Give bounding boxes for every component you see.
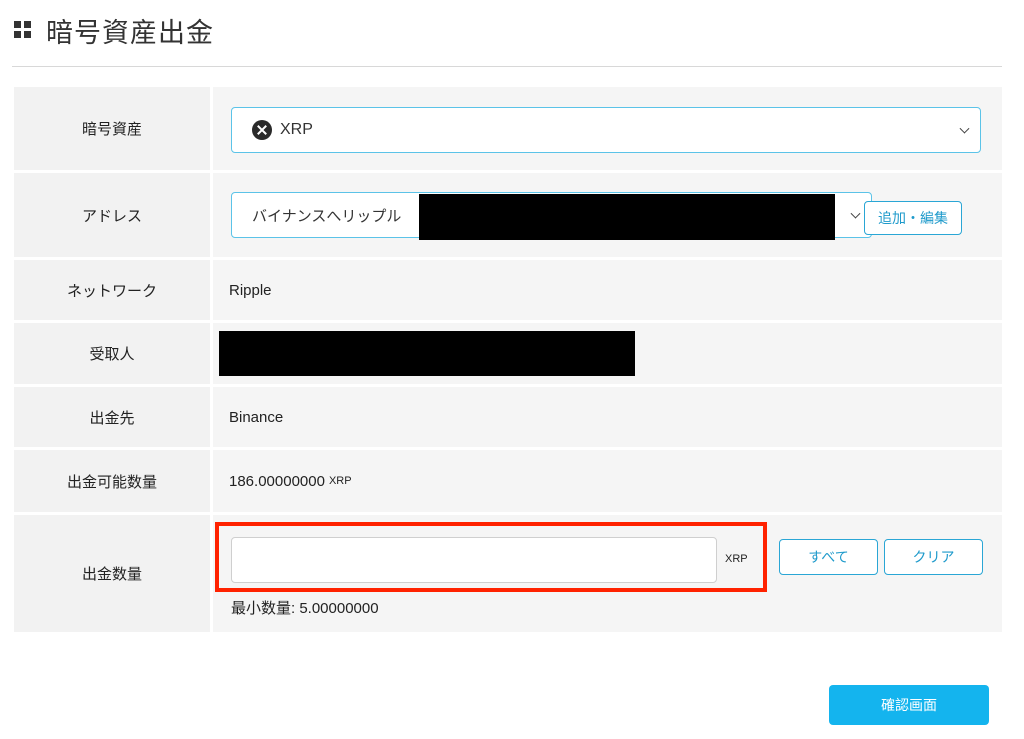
chevron-down-icon: [959, 123, 970, 134]
amount-highlight-box: [215, 522, 767, 592]
amount-row: 出金数量 XRP すべて クリア 最小数量: 5.00000000: [14, 515, 1002, 632]
available-label: 出金可能数量: [14, 450, 210, 512]
amount-value-cell: XRP すべて クリア 最小数量: 5.00000000: [213, 515, 1002, 632]
confirm-screen-button[interactable]: 確認画面: [829, 685, 989, 725]
network-value: Ripple: [229, 281, 272, 299]
grid-icon: [14, 21, 32, 39]
chevron-down-icon: [850, 208, 861, 219]
asset-row: 暗号資産 XRP: [14, 87, 1002, 170]
page-title: 暗号資産出金: [46, 17, 214, 49]
xrp-icon: [252, 120, 272, 140]
address-select-value: バイナンスへリップル: [252, 207, 402, 225]
asset-select-value: XRP: [280, 121, 313, 138]
all-amount-button[interactable]: すべて: [779, 539, 878, 575]
network-value-cell: Ripple: [213, 260, 1002, 320]
recipient-value-cell: [213, 323, 1002, 384]
amount-label: 出金数量: [14, 515, 210, 632]
header-divider: [12, 66, 1002, 67]
destination-value-cell: Binance: [213, 387, 1002, 447]
asset-label: 暗号資産: [14, 87, 210, 170]
asset-value-cell: XRP: [213, 87, 1002, 170]
available-row: 出金可能数量 186.00000000 XRP: [14, 450, 1002, 512]
address-label: アドレス: [14, 173, 210, 257]
network-row: ネットワーク Ripple: [14, 260, 1002, 320]
destination-value: Binance: [229, 408, 284, 426]
network-label: ネットワーク: [14, 260, 210, 320]
address-row: アドレス バイナンスへリップル 追加・編集: [14, 173, 1002, 257]
minimum-amount: 最小数量: 5.00000000: [231, 600, 379, 617]
page-header: 暗号資産出金: [14, 8, 214, 52]
destination-label: 出金先: [14, 387, 210, 447]
address-value-cell: バイナンスへリップル 追加・編集: [213, 173, 1002, 257]
available-unit: XRP: [328, 475, 352, 487]
available-amount: 186.00000000: [229, 472, 325, 490]
clear-amount-button[interactable]: クリア: [884, 539, 983, 575]
withdrawal-form: 暗号資産 XRP アドレス バイナンスへリップル 追加・編集 ネットワーク Ri…: [14, 87, 1002, 632]
recipient-row: 受取人: [14, 323, 1002, 384]
available-value-cell: 186.00000000 XRP: [213, 450, 1002, 512]
recipient-label: 受取人: [14, 323, 210, 384]
asset-select[interactable]: XRP: [231, 107, 981, 153]
add-edit-address-button[interactable]: 追加・編集: [864, 201, 962, 235]
redacted-address: [419, 194, 835, 240]
redacted-recipient: [219, 331, 635, 376]
destination-row: 出金先 Binance: [14, 387, 1002, 447]
